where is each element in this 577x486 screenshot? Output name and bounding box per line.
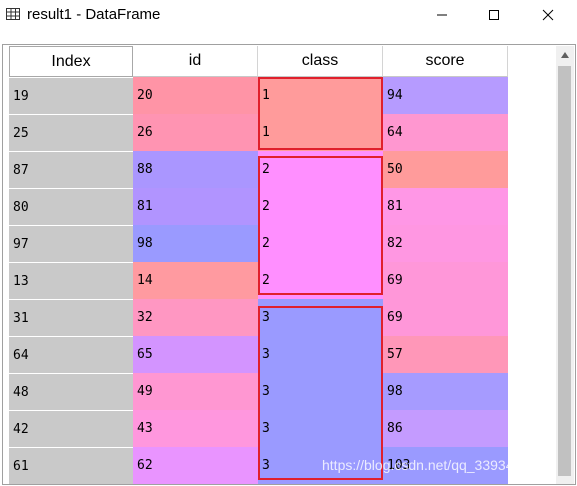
id-cell[interactable]: 65	[133, 336, 258, 373]
window-title: result1 - DataFrame	[27, 6, 161, 23]
window-titlebar: result1 - DataFrame	[0, 0, 577, 30]
scroll-up-button[interactable]	[556, 46, 574, 64]
score-cell[interactable]: 64	[383, 114, 508, 151]
id-cell[interactable]: 43	[133, 410, 258, 447]
index-cell[interactable]: 61	[9, 447, 133, 484]
index-cell[interactable]: 13	[9, 262, 133, 299]
table-row[interactable]: 97 98 2 82	[9, 225, 508, 262]
index-cell[interactable]: 31	[9, 299, 133, 336]
table-row[interactable]: 13 14 2 69	[9, 262, 508, 299]
index-cell[interactable]: 97	[9, 225, 133, 262]
score-cell[interactable]: 98	[383, 373, 508, 410]
table-row[interactable]: 42 43 3 86	[9, 410, 508, 447]
watermark-text: https://blog.csdn.net/qq_33934427	[322, 457, 537, 473]
table-grid-icon	[6, 8, 20, 20]
scrollbar-thumb[interactable]	[558, 66, 571, 476]
column-header-index[interactable]: Index	[9, 46, 133, 77]
id-cell[interactable]: 20	[133, 77, 258, 114]
minimize-button[interactable]	[419, 0, 465, 30]
score-cell[interactable]: 57	[383, 336, 508, 373]
class-cell[interactable]: 3	[258, 336, 383, 373]
class-cell[interactable]: 3	[258, 410, 383, 447]
index-cell[interactable]: 25	[9, 114, 133, 151]
id-cell[interactable]: 88	[133, 151, 258, 188]
index-cell[interactable]: 80	[9, 188, 133, 225]
table-row[interactable]: 48 49 3 98	[9, 373, 508, 410]
dataframe-table: Index id class score 19 20 1 94 25 26 1 64 87 88 2…	[9, 46, 557, 484]
chevron-up-icon	[561, 52, 569, 58]
class-cell[interactable]: 1	[258, 114, 383, 151]
table-row[interactable]: 87 88 2 50	[9, 151, 508, 188]
score-cell[interactable]: 81	[383, 188, 508, 225]
class-cell[interactable]: 2	[258, 188, 383, 225]
id-cell[interactable]: 26	[133, 114, 258, 151]
score-cell[interactable]: 69	[383, 262, 508, 299]
table-row[interactable]: 64 65 3 57	[9, 336, 508, 373]
index-cell[interactable]: 42	[9, 410, 133, 447]
index-cell[interactable]: 48	[9, 373, 133, 410]
vertical-scrollbar[interactable]	[556, 46, 574, 484]
class-cell[interactable]: 3	[258, 373, 383, 410]
class-cell[interactable]: 1	[258, 77, 383, 114]
table-row[interactable]: 25 26 1 64	[9, 114, 508, 151]
score-cell[interactable]: 82	[383, 225, 508, 262]
column-header-id[interactable]: id	[133, 46, 258, 77]
score-cell[interactable]: 69	[383, 299, 508, 336]
index-cell[interactable]: 64	[9, 336, 133, 373]
table-row[interactable]: 19 20 1 94	[9, 77, 508, 114]
table-row[interactable]: 80 81 2 81	[9, 188, 508, 225]
score-cell[interactable]: 86	[383, 410, 508, 447]
column-header-class[interactable]: class	[258, 46, 383, 77]
close-button[interactable]	[525, 0, 571, 30]
class-cell[interactable]: 3	[258, 299, 383, 336]
close-icon	[542, 9, 554, 21]
id-cell[interactable]: 81	[133, 188, 258, 225]
table-row[interactable]: 31 32 3 69	[9, 299, 508, 336]
id-cell[interactable]: 32	[133, 299, 258, 336]
minimize-icon	[437, 14, 447, 16]
column-header-score[interactable]: score	[383, 46, 508, 77]
index-cell[interactable]: 19	[9, 77, 133, 114]
id-cell[interactable]: 14	[133, 262, 258, 299]
index-cell[interactable]: 87	[9, 151, 133, 188]
id-cell[interactable]: 49	[133, 373, 258, 410]
id-cell[interactable]: 62	[133, 447, 258, 484]
class-cell[interactable]: 2	[258, 225, 383, 262]
score-cell[interactable]: 50	[383, 151, 508, 188]
class-cell[interactable]: 2	[258, 151, 383, 188]
class-cell[interactable]: 2	[258, 262, 383, 299]
score-cell[interactable]: 94	[383, 77, 508, 114]
maximize-icon	[489, 10, 499, 20]
id-cell[interactable]: 98	[133, 225, 258, 262]
maximize-button[interactable]	[471, 0, 517, 30]
